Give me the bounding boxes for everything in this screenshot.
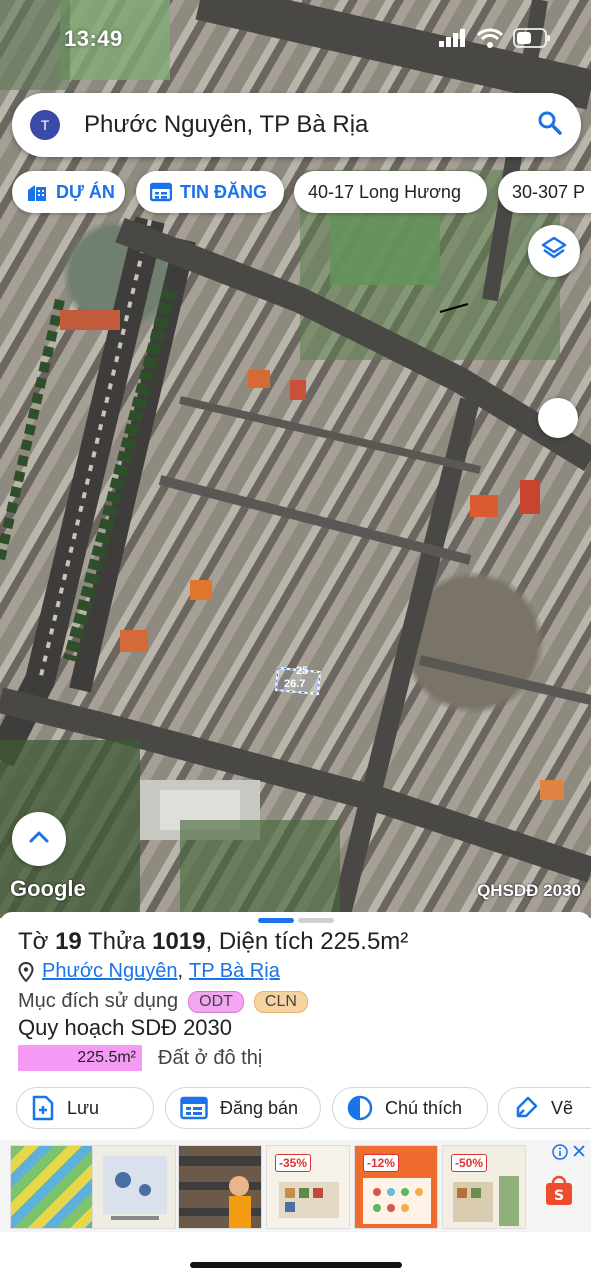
chip-recent-search-1-label: 40-17 Long Hương — [308, 181, 461, 202]
ad-product-1[interactable]: -35% — [266, 1145, 350, 1229]
to-value: 19 — [55, 928, 82, 955]
svg-text:S: S — [554, 1188, 564, 1204]
area-value: 225.5m² — [320, 928, 409, 955]
shopee-bag-icon[interactable]: S — [544, 1174, 574, 1211]
parcel-title: Tờ 19 Thửa 1019, Diện tích 225.5m² — [18, 928, 409, 955]
search-bar[interactable]: T Phước Nguyên, TP Bà Rịa — [12, 93, 581, 157]
post-sale-button[interactable]: Đăng bán — [165, 1087, 321, 1129]
area-label: Diện tích — [218, 928, 314, 955]
battery-icon — [513, 28, 551, 53]
search-icon[interactable] — [537, 110, 563, 141]
city-link[interactable]: TP Bà Rịa — [189, 960, 280, 983]
parcel-label-top: 25 — [296, 665, 309, 677]
thua-value: 1019 — [152, 928, 206, 955]
building-icon — [26, 181, 48, 203]
ad-close-icon[interactable] — [572, 1144, 586, 1163]
wifi-icon — [476, 28, 504, 53]
ad-info-icon[interactable] — [552, 1144, 568, 1165]
plan-type: Đất ở đô thị — [158, 1046, 263, 1069]
legend-button[interactable]: Chú thích — [332, 1087, 488, 1129]
signal-icon — [439, 29, 467, 52]
pen-icon — [513, 1095, 539, 1121]
contrast-icon — [347, 1095, 373, 1121]
ad-discount-3: -50% — [451, 1154, 488, 1172]
thua-label: Thửa — [88, 928, 146, 955]
home-indicator[interactable] — [190, 1262, 402, 1268]
parcel-dimension-labels: 25 26.7 — [278, 665, 308, 691]
sheet-handle[interactable] — [258, 918, 334, 923]
purpose-label: Mục đích sử dụng — [18, 990, 179, 1012]
listing-icon — [180, 1096, 208, 1120]
plan-area-value: 225.5m² — [77, 1049, 136, 1066]
save-button[interactable]: Lưu — [16, 1087, 154, 1129]
chip-recent-search-2[interactable]: 30-307 P — [498, 171, 591, 213]
chevron-up-icon — [28, 830, 50, 849]
parcel-location: Phước Nguyên , TP Bà Rịa — [18, 960, 280, 983]
purpose-badge-cln: CLN — [253, 990, 308, 1013]
land-use-purpose: Mục đích sử dụng ODT CLN — [18, 990, 308, 1013]
legend-button-label: Chú thích — [385, 1097, 463, 1118]
satellite-map[interactable]: 25 26.7 13:49 T Phước Nguyên, TP Bà Rịa … — [0, 0, 591, 918]
post-sale-button-label: Đăng bán — [220, 1097, 299, 1118]
listing-icon — [150, 182, 172, 202]
map-layer-label: QHSDĐ 2030 — [477, 881, 581, 900]
search-input[interactable]: Phước Nguyên, TP Bà Rịa — [84, 111, 537, 139]
chip-du-an-label: DỰ ÁN — [56, 181, 115, 202]
chip-recent-search-2-label: 30-307 P — [512, 181, 586, 202]
ad-product-shelf[interactable] — [178, 1145, 262, 1229]
ad-product-mat[interactable] — [10, 1145, 94, 1229]
to-label: Tờ — [18, 928, 49, 955]
ward-link[interactable]: Phước Nguyên — [42, 960, 177, 983]
ad-discount-1: -35% — [275, 1154, 312, 1172]
avatar[interactable]: T — [30, 110, 60, 140]
parcel-label-bottom: 26.7 — [284, 678, 306, 690]
parcel-info-sheet[interactable]: Tờ 19 Thửa 1019, Diện tích 225.5m² Phước… — [0, 912, 591, 1140]
save-button-label: Lưu — [67, 1097, 100, 1118]
layers-button[interactable] — [528, 225, 580, 277]
ad-discount-2: -12% — [363, 1154, 400, 1172]
plan-area-row: 225.5m² Đất ở đô thị — [18, 1045, 262, 1071]
draw-button-label: Vẽ — [551, 1097, 574, 1118]
ad-product-2[interactable]: -12% — [354, 1145, 438, 1229]
ad-banner[interactable]: -35% -12% -50% S — [0, 1140, 591, 1232]
status-icons — [439, 28, 551, 53]
map-side-handle[interactable] — [538, 398, 578, 438]
add-document-icon — [31, 1095, 55, 1121]
location-pin-icon — [18, 961, 34, 982]
expand-sheet-button[interactable] — [12, 812, 66, 866]
status-time: 13:49 — [64, 26, 123, 51]
chip-recent-search-1[interactable]: 40-17 Long Hương — [294, 171, 487, 213]
plan-title: Quy hoạch SDĐ 2030 — [18, 1015, 233, 1040]
chip-du-an[interactable]: DỰ ÁN — [12, 171, 125, 213]
draw-button[interactable]: Vẽ — [498, 1087, 591, 1129]
plan-area-bar: 225.5m² — [18, 1045, 142, 1071]
google-attribution: Google — [10, 876, 86, 901]
chip-tin-dang[interactable]: TIN ĐĂNG — [136, 171, 284, 213]
layers-icon — [540, 235, 568, 268]
ad-product-3[interactable]: -50% — [442, 1145, 526, 1229]
chip-tin-dang-label: TIN ĐĂNG — [180, 181, 267, 202]
purpose-badge-odt: ODT — [188, 990, 244, 1013]
ad-product-poster[interactable] — [92, 1145, 176, 1229]
